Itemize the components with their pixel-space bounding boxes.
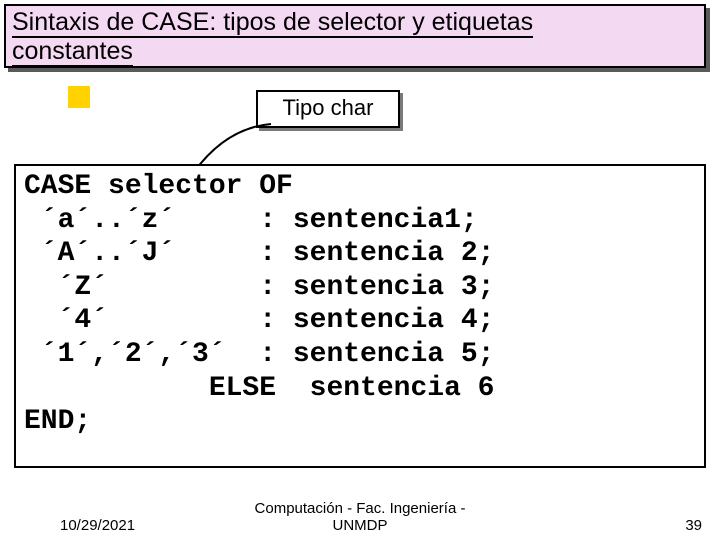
title-box: Sintaxis de CASE: tipos de selector y et… xyxy=(4,4,706,68)
footer-center-line2: UNMDP xyxy=(333,517,388,534)
type-label: Tipo char xyxy=(256,90,400,128)
footer-center-line1: Computación - Fac. Ingeniería - xyxy=(255,500,466,517)
title-line1: Sintaxis de CASE: tipos de selector y et… xyxy=(12,8,533,38)
code-line: CASE selector OF xyxy=(24,171,293,202)
code-content: CASE selector OF ´a´..´z´ : sentencia1; … xyxy=(24,170,696,439)
code-line: ´4´ : sentencia 4; xyxy=(24,305,494,336)
code-line: ´1´,´2´,´3´ : sentencia 5; xyxy=(24,339,494,370)
slide-title: Sintaxis de CASE: tipos de selector y et… xyxy=(12,8,698,66)
code-line: ELSE sentencia 6 xyxy=(24,373,494,404)
bullet-square xyxy=(68,86,90,108)
code-line: ´A´..´J´ : sentencia 2; xyxy=(24,238,494,269)
code-box: CASE selector OF ´a´..´z´ : sentencia1; … xyxy=(14,164,706,468)
code-line: ´a´..´z´ : sentencia1; xyxy=(24,205,478,236)
footer-center: Computación - Fac. Ingeniería - UNMDP xyxy=(0,500,720,535)
footer-page-number: 39 xyxy=(685,517,702,534)
title-line2: constantes xyxy=(12,37,133,67)
code-line: END; xyxy=(24,406,91,437)
code-line: ´Z´ : sentencia 3; xyxy=(24,272,494,303)
